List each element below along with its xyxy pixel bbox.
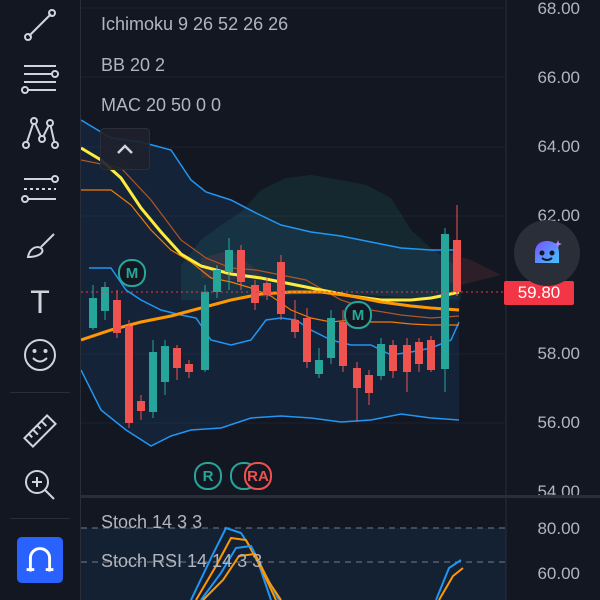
robot-icon <box>535 240 562 263</box>
toolbar-divider <box>10 392 70 393</box>
magnet-icon <box>17 537 63 583</box>
legend-stoch-rsi[interactable]: Stoch RSI 14 14 3 3 <box>101 551 262 572</box>
zoom-in-icon <box>25 470 55 500</box>
ruler-tool[interactable] <box>12 406 68 456</box>
candle-bullish <box>201 285 209 372</box>
candle-bullish <box>327 310 335 364</box>
marker-ra[interactable]: RA <box>244 462 272 490</box>
price-label-64: 64.00 <box>537 137 580 156</box>
magnet-tool[interactable] <box>12 535 68 585</box>
text-tool[interactable]: T <box>12 276 68 326</box>
candle-bearish <box>277 255 285 320</box>
legend-ichimoku[interactable]: Ichimoku 9 26 52 26 26 <box>101 14 288 35</box>
drawing-toolbar: T <box>0 0 81 600</box>
oscillator-pane[interactable]: Stoch 14 3 3 Stoch RSI 14 14 3 3 80.00 6… <box>81 498 600 600</box>
trend-line-tool[interactable] <box>12 0 68 50</box>
text-icon: T <box>30 284 50 320</box>
candle-bearish <box>453 205 461 296</box>
marker-r[interactable]: R <box>194 462 222 490</box>
brush-tool[interactable] <box>12 220 68 270</box>
pattern-tool[interactable] <box>12 108 68 158</box>
horizontal-lines-tool[interactable] <box>12 52 68 102</box>
trend-line-icon <box>24 9 56 41</box>
pattern-icon <box>22 117 59 149</box>
ichimoku-cloud-green <box>181 175 461 300</box>
smiley-icon <box>24 339 56 371</box>
svg-text:T: T <box>30 284 50 320</box>
ruler-icon <box>23 414 57 448</box>
main-price-pane[interactable]: Ichimoku 9 26 52 26 26 BB 20 2 MAC 20 50… <box>81 0 600 495</box>
candle-bullish <box>377 338 385 380</box>
price-label-56: 56.00 <box>537 413 580 432</box>
toolbar-divider <box>10 518 70 519</box>
chevron-up-icon <box>117 144 133 154</box>
candle-bullish <box>441 228 449 392</box>
legend-mac[interactable]: MAC 20 50 0 0 <box>101 95 221 116</box>
price-label-66: 66.00 <box>537 68 580 87</box>
candle-bearish <box>427 336 435 372</box>
chart-app: T Ichimoku 9 26 52 26 26 BB 20 2 MAC 20 … <box>0 0 600 600</box>
legend-bollinger[interactable]: BB 20 2 <box>101 55 165 76</box>
osc-label-80: 80.00 <box>537 519 580 538</box>
brush-icon <box>26 233 55 259</box>
candle-bearish <box>125 320 133 428</box>
marker-m[interactable]: M <box>118 259 146 287</box>
price-label-54: 54.00 <box>537 482 580 495</box>
lines-icon <box>21 65 59 94</box>
fib-icon <box>21 175 59 203</box>
assistant-button[interactable] <box>514 220 580 286</box>
marker-m[interactable]: M <box>344 301 372 329</box>
fib-tool[interactable] <box>12 164 68 214</box>
legend-stoch[interactable]: Stoch 14 3 3 <box>101 512 202 533</box>
price-label-68: 68.00 <box>537 0 580 18</box>
price-label-58: 58.00 <box>537 344 580 363</box>
emoji-tool[interactable] <box>12 330 68 380</box>
chart-area[interactable]: Ichimoku 9 26 52 26 26 BB 20 2 MAC 20 50… <box>81 0 600 600</box>
collapse-legend-button[interactable] <box>100 128 150 170</box>
osc-label-60: 60.00 <box>537 564 580 583</box>
ichimoku-cloud-red <box>441 250 501 285</box>
zoom-tool[interactable] <box>12 460 68 510</box>
